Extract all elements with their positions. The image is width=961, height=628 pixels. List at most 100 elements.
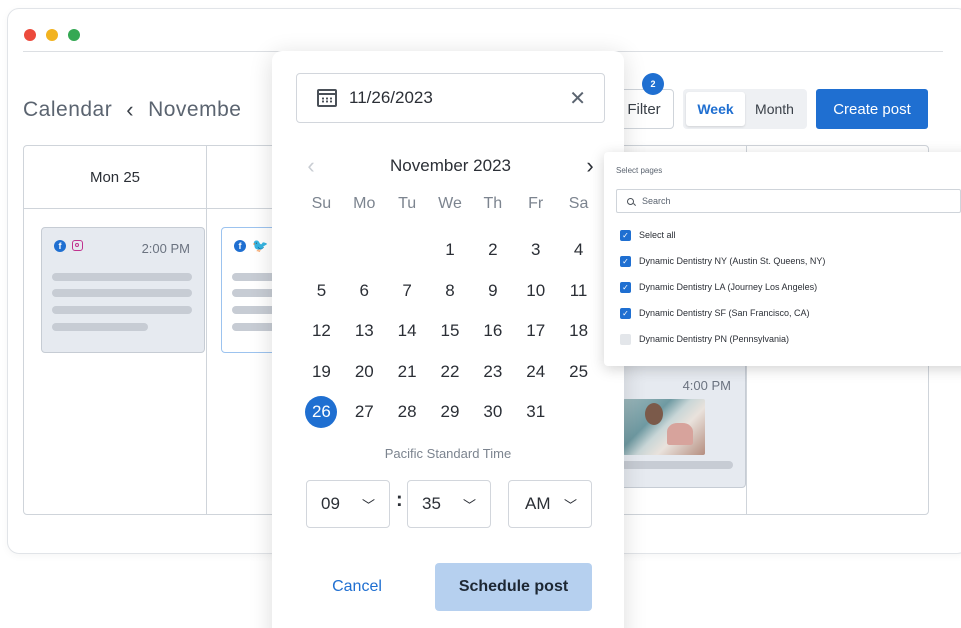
facebook-icon: f bbox=[54, 240, 66, 252]
text-placeholder bbox=[52, 273, 192, 281]
day-cell[interactable]: 31 bbox=[514, 392, 557, 433]
page-option-label: Dynamic Dentistry SF (San Francisco, CA) bbox=[639, 308, 810, 318]
dropdown-title: Select pages bbox=[616, 166, 663, 175]
day-cell[interactable]: 17 bbox=[514, 311, 557, 352]
weekday-label: Th bbox=[483, 195, 503, 212]
day-cell[interactable]: 16 bbox=[471, 311, 514, 352]
month-view-button[interactable]: Month bbox=[745, 92, 804, 126]
close-window-icon[interactable] bbox=[24, 29, 36, 41]
day-cell[interactable]: 22 bbox=[429, 352, 472, 393]
post-card[interactable]: f 2:00 PM bbox=[41, 227, 205, 353]
chevron-down-icon: ﹀ bbox=[462, 497, 476, 513]
date-field[interactable]: 11/26/2023 ✕ bbox=[296, 73, 605, 123]
day-cell[interactable]: 29 bbox=[429, 392, 472, 433]
minute-select[interactable]: 35 ﹀ bbox=[407, 480, 491, 528]
search-placeholder: Search bbox=[642, 196, 671, 206]
month-label: November 2023 bbox=[390, 156, 511, 175]
checkbox-checked-icon[interactable]: ✓ bbox=[620, 255, 631, 267]
checkbox-unchecked-icon[interactable] bbox=[620, 333, 631, 345]
text-placeholder bbox=[52, 306, 192, 314]
post-image bbox=[623, 399, 705, 455]
select-all-option[interactable]: ✓ Select all bbox=[620, 228, 676, 242]
day-cell[interactable]: 1 bbox=[429, 230, 472, 271]
day-cell[interactable]: 15 bbox=[429, 311, 472, 352]
day-cell[interactable]: 19 bbox=[300, 352, 343, 393]
week-view-button[interactable]: Week bbox=[686, 92, 745, 126]
text-placeholder bbox=[52, 323, 148, 331]
month-navigation: ‹ November 2023 › bbox=[296, 151, 605, 181]
day-cell[interactable]: 6 bbox=[343, 271, 386, 312]
day-cell[interactable]: 27 bbox=[343, 392, 386, 433]
day-cell[interactable]: 26 bbox=[300, 392, 343, 433]
day-header: Mon 25 bbox=[89, 168, 141, 186]
page-option[interactable]: ✓ Dynamic Dentistry SF (San Francisco, CA… bbox=[620, 306, 810, 320]
next-month-icon[interactable]: › bbox=[575, 153, 605, 179]
day-cell[interactable]: 12 bbox=[300, 311, 343, 352]
date-value: 11/26/2023 bbox=[349, 88, 433, 107]
page-option-label: Dynamic Dentistry PN (Pennsylvania) bbox=[639, 334, 790, 344]
page-title: Calendar bbox=[23, 98, 113, 121]
cancel-button[interactable]: Cancel bbox=[316, 563, 398, 611]
day-cell[interactable]: 24 bbox=[514, 352, 557, 393]
day-cell[interactable]: 7 bbox=[386, 271, 429, 312]
checkbox-checked-icon[interactable]: ✓ bbox=[620, 307, 631, 319]
page-option[interactable]: ✓ Dynamic Dentistry NY (Austin St. Queens… bbox=[620, 254, 825, 268]
stage: Calendar ‹ Novembe Filter 2 Week Month C… bbox=[0, 0, 961, 628]
post-time: 4:00 PM bbox=[682, 378, 731, 393]
day-cell[interactable]: 18 bbox=[557, 311, 600, 352]
page-option[interactable]: ✓ Dynamic Dentistry LA (Journey Los Angel… bbox=[620, 280, 817, 294]
page-option-label: Dynamic Dentistry NY (Austin St. Queens,… bbox=[639, 256, 826, 266]
day-cell[interactable]: 5 bbox=[300, 271, 343, 312]
schedule-post-button[interactable]: Schedule post bbox=[435, 563, 592, 611]
weekday-label: Su bbox=[311, 195, 332, 212]
window-controls bbox=[24, 29, 80, 41]
text-placeholder bbox=[621, 461, 733, 469]
maximize-window-icon[interactable] bbox=[68, 29, 80, 41]
page-option[interactable]: Dynamic Dentistry PN (Pennsylvania) bbox=[620, 332, 789, 346]
day-cell[interactable]: 23 bbox=[471, 352, 514, 393]
hour-select[interactable]: 09 ﹀ bbox=[306, 480, 390, 528]
minute-value: 35 bbox=[422, 494, 441, 513]
selected-day[interactable]: 26 bbox=[305, 396, 338, 429]
day-cell[interactable]: 2 bbox=[471, 230, 514, 271]
weekday-label: We bbox=[438, 195, 462, 212]
empty-day-cell bbox=[343, 230, 386, 271]
timezone-label: Pacific Standard Time bbox=[384, 446, 512, 461]
weekday-label: Tu bbox=[398, 195, 417, 212]
day-cell[interactable]: 9 bbox=[471, 271, 514, 312]
day-cell[interactable]: 21 bbox=[386, 352, 429, 393]
chevron-left-icon[interactable]: ‹ bbox=[126, 97, 134, 123]
clear-icon[interactable]: ✕ bbox=[569, 86, 586, 111]
day-cell[interactable]: 20 bbox=[343, 352, 386, 393]
card-network-icons: f 🐦 bbox=[234, 239, 268, 252]
day-cell[interactable]: 11 bbox=[557, 271, 600, 312]
chevron-down-icon: ﹀ bbox=[361, 497, 375, 513]
day-cell[interactable]: 3 bbox=[514, 230, 557, 271]
pages-search-input[interactable]: Search bbox=[616, 189, 961, 213]
checkbox-checked-icon[interactable]: ✓ bbox=[620, 229, 631, 241]
day-cell[interactable]: 8 bbox=[429, 271, 472, 312]
checkbox-checked-icon[interactable]: ✓ bbox=[620, 281, 631, 293]
ampm-select[interactable]: AM ﹀ bbox=[508, 480, 592, 528]
minimize-window-icon[interactable] bbox=[46, 29, 58, 41]
empty-day-cell bbox=[386, 230, 429, 271]
calendar-icon bbox=[317, 89, 337, 107]
weekday-label: Fr bbox=[528, 195, 544, 212]
day-cell[interactable]: 25 bbox=[557, 352, 600, 393]
schedule-date-picker: 11/26/2023 ✕ ‹ November 2023 › Su Mo Tu We T… bbox=[272, 51, 624, 628]
day-cell[interactable]: 10 bbox=[514, 271, 557, 312]
day-cell[interactable]: 28 bbox=[386, 392, 429, 433]
calendar-header: Calendar ‹ Novembe bbox=[23, 97, 241, 123]
day-cell[interactable]: 14 bbox=[386, 311, 429, 352]
day-cell[interactable]: 30 bbox=[471, 392, 514, 433]
page-option-label: Select all bbox=[639, 230, 676, 240]
chevron-down-icon: ﹀ bbox=[563, 497, 577, 513]
prev-month-icon[interactable]: ‹ bbox=[296, 153, 326, 179]
column-divider bbox=[206, 146, 207, 514]
view-toggle: Week Month bbox=[683, 89, 807, 129]
create-post-button[interactable]: Create post bbox=[816, 89, 928, 129]
day-cell[interactable]: 13 bbox=[343, 311, 386, 352]
day-cell[interactable]: 4 bbox=[557, 230, 600, 271]
ampm-value: AM bbox=[525, 494, 551, 513]
current-month-label: Novembe bbox=[148, 98, 242, 121]
